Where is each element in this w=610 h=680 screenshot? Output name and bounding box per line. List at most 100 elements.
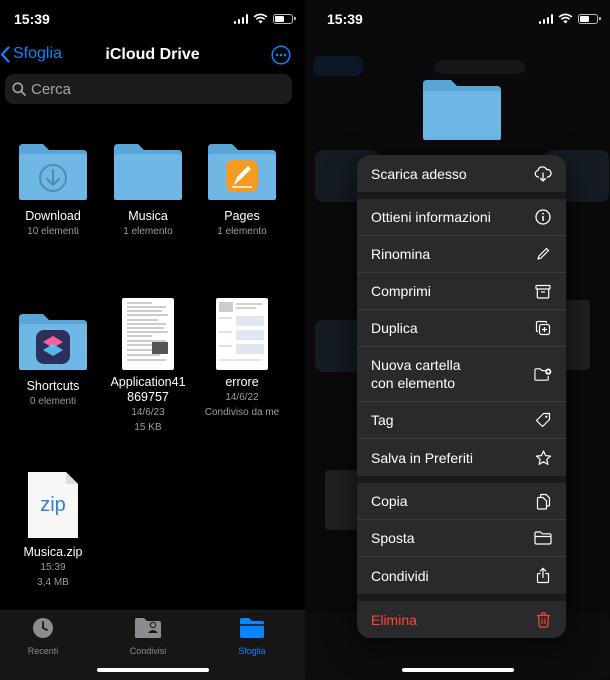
zip-badge: zip bbox=[40, 494, 66, 516]
menu-item-move[interactable]: Sposta bbox=[357, 520, 566, 557]
file-item-pages[interactable]: Pages 1 elemento bbox=[194, 142, 290, 239]
file-name: errore bbox=[225, 375, 259, 389]
file-meta: 15:39 bbox=[40, 562, 66, 573]
menu-item-delete[interactable]: Elimina bbox=[357, 601, 566, 638]
document-thumbnail bbox=[122, 298, 174, 370]
file-size: 3,4 MB bbox=[37, 577, 69, 588]
menu-item-label: Elimina bbox=[371, 611, 417, 628]
file-item-musica[interactable]: Musica 1 elemento bbox=[100, 142, 196, 239]
menu-item-save-favorites[interactable]: Salva in Preferiti bbox=[357, 439, 566, 476]
blurred-title bbox=[435, 60, 525, 74]
menu-item-label: Comprimi bbox=[371, 283, 431, 299]
battery-icon bbox=[578, 13, 601, 24]
search-icon bbox=[12, 82, 26, 96]
menu-item-copy[interactable]: Copia bbox=[357, 483, 566, 520]
status-icons bbox=[538, 13, 601, 24]
menu-item-label: Ottieni informazioni bbox=[371, 209, 491, 225]
duplicate-icon bbox=[534, 319, 552, 337]
file-name: Application41 869757 bbox=[110, 375, 186, 404]
file-meta: 1 elemento bbox=[123, 226, 173, 237]
cellular-signal-icon bbox=[538, 13, 553, 24]
menu-item-label: Copia bbox=[371, 493, 408, 509]
navigation-bar: Sfoglia iCloud Drive bbox=[0, 38, 305, 72]
share-icon bbox=[534, 567, 552, 585]
tab-label: Recenti bbox=[27, 646, 59, 656]
file-name: Shortcuts bbox=[26, 379, 80, 393]
browse-folder-icon bbox=[240, 618, 264, 638]
menu-item-label: Tag bbox=[371, 412, 394, 428]
context-menu-screen: 15:39 Scarica adesso Ottieni informazion… bbox=[305, 0, 610, 680]
menu-item-label: Salva in Preferiti bbox=[371, 449, 473, 466]
file-meta: 10 elementi bbox=[27, 226, 79, 237]
file-meta: 14/6/23 bbox=[131, 407, 165, 418]
tab-label: Condivisi bbox=[129, 646, 167, 656]
file-meta: 14/6/22 bbox=[225, 392, 259, 403]
menu-item-tag[interactable]: Tag bbox=[357, 402, 566, 439]
file-name: Pages bbox=[224, 209, 260, 223]
menu-item-new-folder-with-item[interactable]: Nuova cartella con elemento bbox=[357, 347, 566, 402]
menu-item-rename[interactable]: Rinomina bbox=[357, 236, 566, 273]
star-icon bbox=[534, 449, 552, 467]
file-meta: 1 elemento bbox=[217, 226, 267, 237]
file-item-musica-zip[interactable]: zip Musica.zip 15:39 3,4 MB bbox=[5, 470, 101, 590]
tab-sfoglia[interactable]: Sfoglia bbox=[212, 617, 292, 656]
cellular-signal-icon bbox=[233, 13, 248, 24]
menu-item-share[interactable]: Condividi bbox=[357, 557, 566, 594]
status-time: 15:39 bbox=[14, 11, 50, 27]
more-options-icon[interactable] bbox=[271, 45, 291, 65]
status-bar: 15:39 bbox=[0, 0, 305, 38]
blurred-nav bbox=[313, 56, 363, 76]
file-item-errore[interactable]: errore 14/6/22 Condiviso da me bbox=[194, 298, 290, 420]
menu-item-label: Condividi bbox=[371, 567, 429, 584]
document-thumbnail bbox=[216, 298, 268, 370]
home-indicator[interactable] bbox=[401, 668, 514, 672]
menu-item-label: Sposta bbox=[371, 530, 415, 546]
file-name: Musica bbox=[128, 209, 168, 223]
menu-item-duplicate[interactable]: Duplica bbox=[357, 310, 566, 347]
menu-separator bbox=[357, 192, 566, 199]
menu-item-label: Rinomina bbox=[371, 246, 431, 262]
archive-box-icon bbox=[534, 282, 552, 300]
file-name: Musica.zip bbox=[23, 545, 83, 559]
status-icons bbox=[233, 13, 296, 24]
page-title: iCloud Drive bbox=[105, 46, 200, 63]
home-indicator[interactable] bbox=[96, 668, 209, 672]
search-input[interactable] bbox=[31, 80, 271, 98]
copy-icon bbox=[534, 492, 552, 510]
zip-file-icon: zip bbox=[26, 470, 80, 540]
info-icon bbox=[534, 208, 552, 226]
menu-separator bbox=[357, 594, 566, 601]
folder-icon bbox=[17, 142, 89, 204]
shared-folder-icon bbox=[135, 618, 161, 638]
folder-icon bbox=[112, 142, 184, 204]
file-item-application[interactable]: Application41 869757 14/6/23 15 KB bbox=[100, 298, 196, 435]
pencil-icon bbox=[534, 245, 552, 263]
files-browser-screen: 15:39 Sfoglia iCloud Drive Download 10 e… bbox=[0, 0, 305, 680]
menu-separator bbox=[357, 476, 566, 483]
menu-item-label: Nuova cartella con elemento bbox=[371, 357, 461, 391]
search-bar[interactable] bbox=[5, 74, 292, 104]
wifi-icon bbox=[558, 13, 573, 24]
menu-item-download-now[interactable]: Scarica adesso bbox=[357, 155, 566, 192]
trash-icon bbox=[534, 611, 552, 629]
file-size: 15 KB bbox=[134, 422, 162, 433]
cloud-download-icon bbox=[534, 165, 552, 183]
shortcuts-folder-icon bbox=[17, 312, 89, 374]
menu-item-label: Duplica bbox=[371, 320, 418, 336]
file-name: Download bbox=[25, 209, 81, 223]
file-shared-status: Condiviso da me bbox=[204, 407, 280, 418]
tab-recenti[interactable]: Recenti bbox=[3, 617, 83, 656]
menu-item-get-info[interactable]: Ottieni informazioni bbox=[357, 199, 566, 236]
pages-folder-icon bbox=[206, 142, 278, 204]
selected-folder-icon bbox=[423, 80, 501, 140]
tab-condivisi[interactable]: Condivisi bbox=[108, 617, 188, 656]
clock-icon bbox=[33, 618, 53, 638]
status-bar: 15:39 bbox=[305, 0, 610, 38]
folder-icon bbox=[534, 529, 552, 547]
battery-icon bbox=[273, 13, 296, 24]
menu-item-compress[interactable]: Comprimi bbox=[357, 273, 566, 310]
menu-item-label: Scarica adesso bbox=[371, 165, 467, 182]
folder-plus-icon bbox=[534, 365, 552, 383]
file-item-download[interactable]: Download 10 elementi bbox=[5, 142, 101, 239]
file-item-shortcuts[interactable]: Shortcuts 0 elementi bbox=[5, 312, 101, 409]
